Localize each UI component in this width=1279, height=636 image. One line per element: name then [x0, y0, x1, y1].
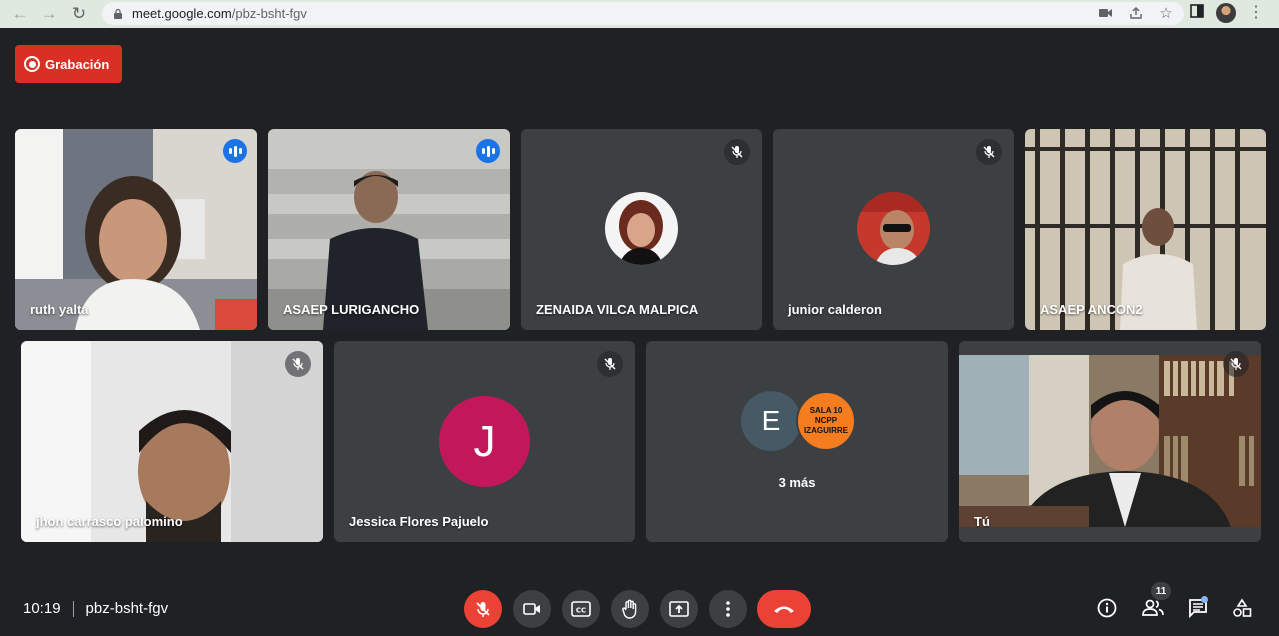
more-participants-tile[interactable]: E SALA 10 NCPP IZAGUIRRE 3 más: [646, 341, 948, 542]
recording-badge[interactable]: Grabación: [15, 45, 122, 83]
speaking-indicator-icon: [223, 139, 247, 163]
share-icon[interactable]: [1128, 5, 1144, 21]
mic-off-icon: [976, 139, 1002, 165]
speaking-indicator-icon: [476, 139, 500, 163]
participant-name: jhon carrasco palomino: [36, 514, 183, 529]
url-path: /pbz-bsht-fgv: [231, 6, 307, 21]
present-icon: [669, 601, 689, 617]
mic-off-icon: [724, 139, 750, 165]
address-bar[interactable]: meet.google.com/pbz-bsht-fgv ☆: [102, 2, 1184, 25]
participant-name: ASAEP LURIGANCHO: [283, 302, 420, 317]
meeting-code: pbz-bsht-fgv: [85, 600, 169, 617]
profile-avatar[interactable]: [1216, 3, 1236, 23]
record-icon: [24, 56, 40, 72]
raise-hand-button[interactable]: [611, 590, 649, 628]
participant-name: ruth yalta: [30, 302, 89, 317]
participant-avatar: [605, 192, 678, 265]
participants-button[interactable]: [1140, 596, 1166, 620]
mic-off-icon: [285, 351, 311, 377]
browser-toolbar: ← → ↻ meet.google.com/pbz-bsht-fgv ☆ ⋮: [0, 0, 1279, 28]
camera-icon: [523, 603, 540, 615]
participant-name: ASAEP ANCON2: [1040, 302, 1143, 317]
participant-tile[interactable]: ruth yalta: [15, 129, 257, 330]
divider: [72, 600, 74, 617]
end-call-button[interactable]: [757, 590, 811, 628]
more-participants-label: 3 más: [778, 475, 816, 490]
participant-video: [268, 129, 510, 330]
camera-in-use-icon[interactable]: [1098, 5, 1114, 21]
camera-toggle-button[interactable]: [513, 590, 551, 628]
info-icon: [1097, 598, 1117, 618]
self-tile[interactable]: Tú: [959, 341, 1261, 542]
recording-label: Grabación: [45, 56, 110, 72]
participant-avatar-letter: E: [741, 391, 801, 451]
mic-off-icon: [597, 351, 623, 377]
present-button[interactable]: [660, 590, 698, 628]
meeting-controls-bar: 10:19 pbz-bsht-fgv CC 11: [0, 582, 1279, 636]
browser-menu-icon[interactable]: ⋮: [1248, 5, 1264, 21]
participant-tile[interactable]: ZENAIDA VILCA MALPICA: [521, 129, 762, 330]
captions-icon: CC: [571, 601, 591, 617]
unread-indicator: [1201, 596, 1208, 603]
participant-name: Tú: [974, 514, 990, 529]
people-icon: [1142, 599, 1164, 616]
back-icon[interactable]: ←: [7, 1, 33, 27]
participant-avatar-letter: J: [439, 396, 530, 487]
more-options-button[interactable]: [709, 590, 747, 628]
participant-video: [15, 129, 257, 330]
reload-icon[interactable]: ↻: [66, 1, 92, 27]
participant-name: ZENAIDA VILCA MALPICA: [536, 302, 699, 317]
participant-tile[interactable]: junior calderon: [773, 129, 1014, 330]
lock-icon: [114, 8, 122, 19]
activities-button[interactable]: [1230, 596, 1254, 620]
meeting-details-button[interactable]: [1095, 596, 1119, 620]
participant-tile[interactable]: jhon carrasco palomino: [21, 341, 323, 542]
url-host: meet.google.com: [132, 6, 232, 21]
captions-button[interactable]: CC: [562, 590, 600, 628]
self-video: [959, 341, 1261, 542]
avatar-text-line: IZAGUIRRE: [804, 426, 848, 435]
activities-icon: [1233, 598, 1252, 617]
participant-avatar: [857, 192, 930, 265]
mic-off-icon: [1223, 351, 1249, 377]
participant-tile[interactable]: ASAEP LURIGANCHO: [268, 129, 510, 330]
participant-tile[interactable]: J Jessica Flores Pajuelo: [334, 341, 635, 542]
end-call-icon: [774, 606, 794, 613]
avatar-text-line: NCPP: [814, 416, 838, 425]
meeting-time: 10:19: [23, 600, 61, 617]
participant-name: junior calderon: [788, 302, 882, 317]
participant-tile[interactable]: ASAEP ANCON2: [1025, 129, 1266, 330]
avatar-text-line: SALA 10: [809, 406, 843, 415]
participant-video: [1025, 129, 1266, 330]
mic-toggle-button[interactable]: [464, 590, 502, 628]
more-options-icon: [726, 601, 730, 617]
participant-video: [21, 341, 323, 542]
raise-hand-icon: [622, 599, 637, 619]
forward-icon[interactable]: →: [36, 1, 62, 27]
participant-avatar-image: SALA 10 NCPP IZAGUIRRE: [796, 391, 856, 451]
bookmark-star-icon[interactable]: ☆: [1158, 5, 1174, 22]
participant-name: Jessica Flores Pajuelo: [349, 514, 489, 529]
mic-off-icon: [476, 602, 490, 617]
side-panel-icon[interactable]: [1190, 3, 1204, 23]
svg-text:CC: CC: [576, 607, 586, 615]
